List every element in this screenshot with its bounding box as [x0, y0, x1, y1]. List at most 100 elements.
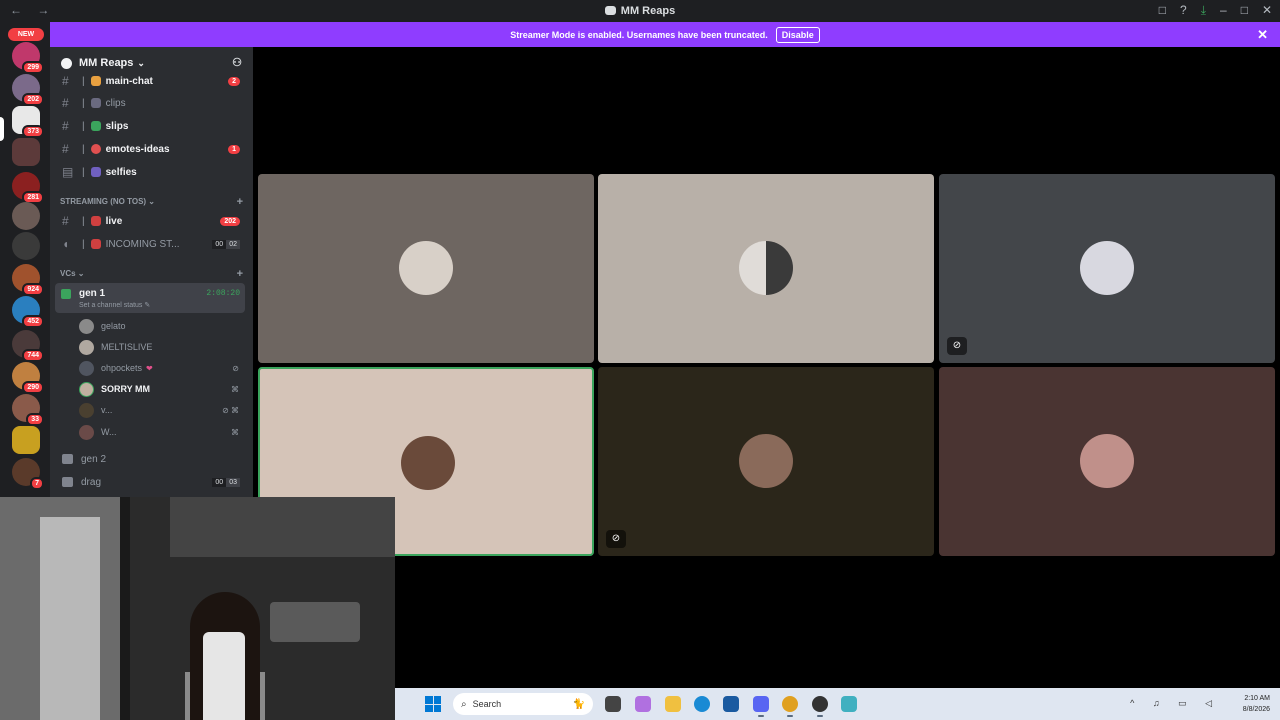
- server-icon[interactable]: 290: [12, 362, 44, 394]
- server-icon[interactable]: 7: [12, 458, 44, 490]
- avatar: [739, 241, 793, 295]
- game-icon: ⌘: [231, 384, 239, 394]
- hash-icon: #: [62, 119, 69, 133]
- download-icon[interactable]: ⤓: [1201, 3, 1206, 18]
- server-icon[interactable]: 452: [12, 296, 44, 328]
- windows-start-icon[interactable]: [425, 696, 441, 712]
- voice-channel-gen-1[interactable]: gen 1 Set a channel status ✎ 2:08:20: [55, 283, 245, 313]
- banner-close-icon[interactable]: ✕: [1257, 27, 1268, 43]
- discord-icon[interactable]: [753, 696, 769, 717]
- help-icon[interactable]: ?: [1180, 3, 1187, 18]
- category-streaming[interactable]: STREAMING (NO TOS) ⌄ +: [60, 196, 245, 208]
- call-timer: 2:08:20: [206, 289, 240, 298]
- chrome-icon[interactable]: [782, 696, 798, 717]
- channel-name: slips: [105, 120, 129, 132]
- mention-badge: 202: [220, 216, 240, 226]
- server-icon[interactable]: 924: [12, 264, 44, 296]
- vc-user[interactable]: v... ⊘ ⌘: [79, 400, 245, 420]
- app-icon[interactable]: [841, 696, 857, 712]
- server-badge-icon: [61, 57, 72, 69]
- muted-icon: ⊘ ⌘: [222, 405, 239, 415]
- avatar: [79, 339, 94, 355]
- channel-incoming-streams[interactable]: ◖ | INCOMING ST... 00 02: [58, 234, 245, 254]
- vc-user[interactable]: SORRY MM ⌘: [79, 379, 245, 399]
- channel-clips[interactable]: # | clips: [58, 93, 245, 113]
- file-explorer-icon[interactable]: [665, 696, 681, 712]
- channel-name: clips: [105, 97, 126, 109]
- participant-tile[interactable]: ⊘: [598, 367, 934, 556]
- channel-emoji: [90, 98, 101, 108]
- obs-icon[interactable]: [812, 696, 828, 717]
- user-count: 00 02: [212, 239, 240, 249]
- server-icon[interactable]: 744: [12, 330, 44, 362]
- channel-status[interactable]: Set a channel status ✎: [79, 301, 150, 309]
- voice-channel-gen-2[interactable]: gen 2: [58, 449, 245, 469]
- store-icon[interactable]: [723, 696, 739, 712]
- close-button[interactable]: ✕: [1262, 3, 1272, 18]
- title-bar: ← → MM Reaps □ ? ⤓ – □ ✕: [0, 0, 1280, 22]
- task-view-icon[interactable]: [605, 696, 621, 712]
- channel-sidebar: MM Reaps ⌄ ⚇ # | main-chat 2 # | clips # | …: [50, 47, 253, 502]
- voice-icon: [61, 289, 71, 299]
- hash-icon: #: [62, 74, 69, 88]
- server-icon[interactable]: [12, 426, 40, 454]
- channel-emoji: [90, 144, 101, 154]
- avatar: [79, 360, 94, 376]
- server-icon-mm-reaps[interactable]: 373: [12, 106, 44, 138]
- disable-button[interactable]: Disable: [775, 26, 820, 43]
- voice-icon: ◖: [62, 237, 70, 251]
- server-icon[interactable]: [12, 202, 40, 230]
- server-icon[interactable]: 33: [12, 394, 44, 426]
- participant-tile[interactable]: ⊘: [939, 174, 1275, 363]
- channel-emoji: [90, 216, 101, 226]
- vc-user[interactable]: W... ⌘: [79, 422, 245, 442]
- channel-emotes-ideas[interactable]: # | emotes-ideas 1: [58, 139, 245, 159]
- maximize-button[interactable]: □: [1241, 3, 1248, 18]
- new-badge[interactable]: NEW: [8, 28, 44, 41]
- hash-icon: #: [62, 214, 69, 228]
- avatar: [1080, 241, 1134, 295]
- voice-icon: [62, 454, 73, 464]
- server-icon[interactable]: 299: [12, 42, 44, 74]
- add-member-icon[interactable]: ⚇: [232, 56, 242, 69]
- avatar: [739, 434, 793, 488]
- voice-channel-name: gen 1: [79, 288, 106, 299]
- channel-name: INCOMING ST...: [105, 238, 180, 250]
- server-name: MM Reaps: [79, 57, 134, 69]
- vc-user[interactable]: MELTISLIVE: [79, 337, 245, 357]
- server-icon[interactable]: 202: [12, 74, 44, 106]
- hash-icon: #: [62, 142, 69, 156]
- channel-live[interactable]: # | live 202: [58, 211, 245, 231]
- copilot-icon[interactable]: [635, 696, 651, 712]
- channel-main-chat[interactable]: # | main-chat 2: [58, 71, 245, 91]
- vc-user[interactable]: gelato: [79, 316, 245, 336]
- participant-tile[interactable]: [939, 367, 1275, 556]
- avatar: [401, 436, 455, 490]
- avatar: [79, 424, 94, 440]
- muted-icon: ⊘: [232, 363, 239, 373]
- avatar: [1080, 434, 1134, 488]
- search-icon: ⌕: [461, 698, 467, 710]
- add-channel-icon[interactable]: +: [237, 196, 243, 208]
- category-vcs[interactable]: VCs ⌄ +: [60, 268, 245, 280]
- discord-icon: [604, 6, 616, 15]
- channel-selfies[interactable]: ▤ | selfies: [58, 162, 245, 182]
- minimize-button[interactable]: –: [1220, 3, 1227, 18]
- taskbar-search[interactable]: ⌕ Search 🐈: [453, 693, 593, 715]
- inbox-icon[interactable]: □: [1159, 3, 1166, 18]
- participant-tile[interactable]: [598, 174, 934, 363]
- server-icon[interactable]: 281: [12, 172, 44, 204]
- system-tray[interactable]: ^ ♫ ▭ ◁: [1130, 698, 1220, 709]
- server-icon[interactable]: [12, 232, 40, 260]
- vc-user[interactable]: ohpockets ❤ ⊘: [79, 358, 245, 378]
- edge-icon[interactable]: [694, 696, 710, 712]
- server-icon[interactable]: [12, 138, 40, 166]
- add-channel-icon[interactable]: +: [237, 268, 243, 280]
- voice-channel-drag[interactable]: drag 00 03: [58, 472, 245, 492]
- channel-slips[interactable]: # | slips: [58, 116, 245, 136]
- participant-tile[interactable]: [258, 174, 594, 363]
- voice-icon: [62, 477, 73, 487]
- clock[interactable]: 2:10 AM 8/8/2026: [1243, 693, 1270, 715]
- muted-icon: ⊘: [606, 530, 626, 548]
- channel-name: emotes-ideas: [105, 143, 170, 155]
